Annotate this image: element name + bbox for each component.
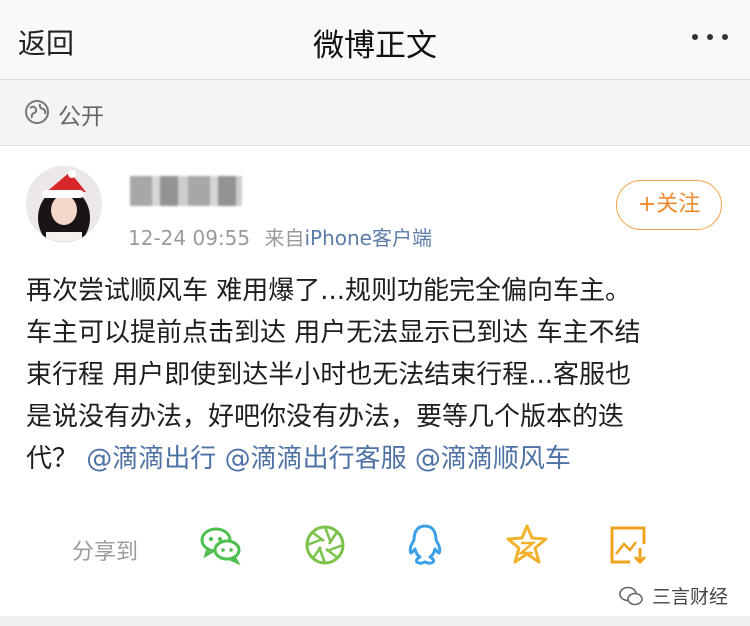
content-line: 再次尝试顺风车 难用爆了...规则功能完全偏向车主。 xyxy=(26,276,632,306)
avatar[interactable] xyxy=(26,166,102,242)
globe-icon xyxy=(25,100,49,124)
page-title: 微博正文 xyxy=(313,28,437,64)
content-line-prefix: 代？ xyxy=(26,444,79,474)
content-line-last: 代？ @滴滴出行 @滴滴出行客服 @滴滴顺风车 xyxy=(26,438,726,480)
dot xyxy=(722,34,728,40)
share-label: 分享到 xyxy=(72,540,139,565)
content-line: 束行程 用户即使到达半小时也无法结束行程...客服也 xyxy=(26,360,632,390)
username-blurred[interactable] xyxy=(130,176,242,206)
mention-didi[interactable]: @滴滴出行 xyxy=(86,444,216,474)
content-line: 是说没有办法，好吧你没有办法，要等几个版本的迭 xyxy=(26,402,625,432)
visibility-row: 公开 xyxy=(0,80,750,146)
avatar-image xyxy=(26,166,102,242)
moments-icon[interactable] xyxy=(302,522,348,568)
content-line: 车主可以提前点击到达 用户无法显示已到达 车主不结 xyxy=(26,318,641,348)
qzone-icon[interactable] xyxy=(504,522,550,568)
wechat-official-account-icon xyxy=(619,586,643,605)
visibility-label: 公开 xyxy=(58,104,104,130)
weibo-post: 12-24 09:55 来自iPhone客户端 +关注 再次尝试顺风车 难用爆了… xyxy=(0,146,750,616)
source-prefix: 来自 xyxy=(264,226,305,250)
mention-didi-hitch[interactable]: @滴滴顺风车 xyxy=(415,444,571,474)
qq-icon[interactable] xyxy=(402,522,448,568)
save-image-icon[interactable] xyxy=(606,522,652,568)
dot xyxy=(707,34,713,40)
wechat-icon[interactable] xyxy=(198,522,244,568)
bottom-divider xyxy=(0,616,750,626)
post-meta: 12-24 09:55 来自iPhone客户端 xyxy=(128,222,432,251)
watermark-text: 三言财经 xyxy=(651,586,728,608)
post-content: 再次尝试顺风车 难用爆了...规则功能完全偏向车主。 车主可以提前点击到达 用户… xyxy=(26,270,726,480)
follow-button[interactable]: +关注 xyxy=(616,180,722,230)
mention-didi-service[interactable]: @滴滴出行客服 xyxy=(225,444,407,474)
post-timestamp: 12-24 09:55 xyxy=(128,226,251,250)
top-nav-bar: 返回 微博正文 xyxy=(0,0,750,80)
source-link[interactable]: iPhone客户端 xyxy=(304,226,432,250)
dot xyxy=(692,34,698,40)
more-dots-icon[interactable] xyxy=(692,34,728,40)
watermark: 三言财经 xyxy=(618,582,728,609)
